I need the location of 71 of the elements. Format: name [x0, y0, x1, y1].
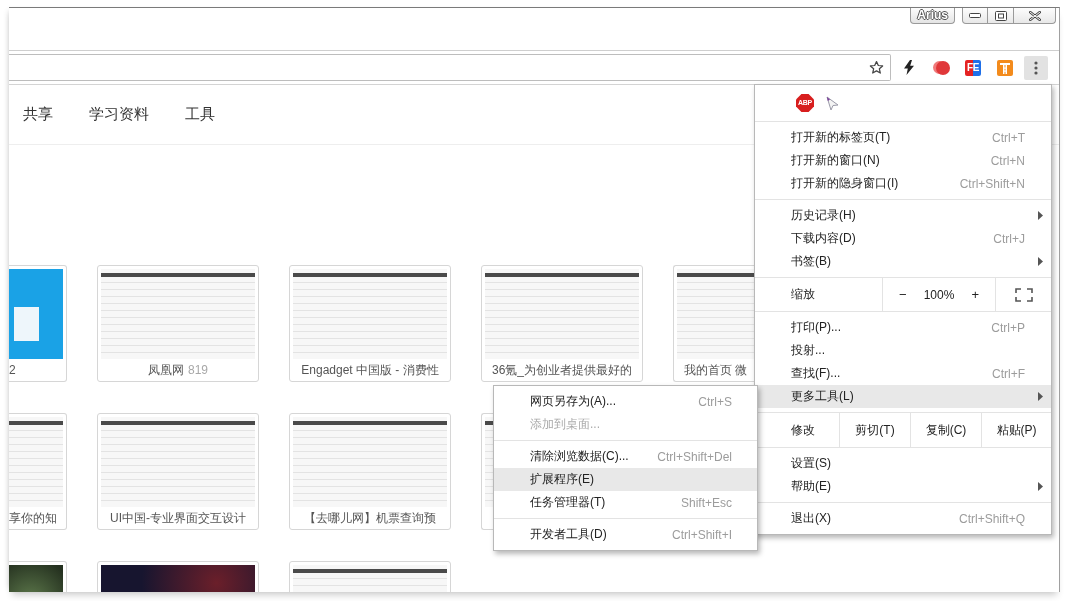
fullscreen-icon[interactable] [1014, 287, 1033, 302]
menu-item[interactable]: 书签(B) [755, 250, 1051, 273]
menu-item[interactable]: 下载内容(D) Ctrl+J [755, 227, 1051, 250]
site-tile[interactable]: UI中国-专业界面交互设计 [97, 413, 259, 530]
tile-title: 享你的知 [9, 509, 58, 527]
nav-link[interactable]: 共享 [23, 105, 53, 124]
address-field[interactable] [9, 54, 891, 81]
shortcut-text: Ctrl+Shift+N [959, 176, 1025, 191]
shortcut-text: Ctrl+P [991, 320, 1025, 335]
shortcut-text: Ctrl+Shift+I [671, 527, 732, 542]
menu-item[interactable]: 打印(P)... Ctrl+P [755, 316, 1051, 339]
restore-icon [994, 10, 1007, 21]
tile-title: 我的首页 微 [682, 361, 749, 379]
menu-item[interactable]: 打开新的窗口(N) Ctrl+N [755, 149, 1051, 172]
star-icon[interactable] [869, 60, 884, 75]
shortcut-text: Ctrl+F [992, 366, 1025, 381]
edit-button[interactable]: 粘贴(P) [981, 413, 1051, 447]
menu-label: 缩放 [790, 286, 816, 303]
shortcut-text: Ctrl+T [992, 130, 1025, 145]
tile-title: UI中国-专业界面交互设计 [109, 509, 247, 527]
nav-link[interactable]: 工具 [185, 105, 215, 124]
tile-title: 36氪_为创业者提供最好的 [491, 361, 633, 379]
lightning-icon[interactable] [904, 60, 914, 75]
minimize-icon [969, 13, 981, 18]
shortcut-text: Ctrl+Shift+Del [657, 449, 732, 464]
tile-title: 2 [9, 362, 17, 379]
menu-label: 修改 [790, 421, 816, 439]
menu-item[interactable]: 打开新的标签页(T) Ctrl+T [755, 126, 1051, 149]
menu-item[interactable]: 清除浏览数据(C)... Ctrl+Shift+Del [494, 445, 757, 468]
menu-button[interactable] [1024, 55, 1048, 80]
tile-title: 【去哪儿网】机票查询预 [303, 509, 437, 527]
tile-title: Engadget 中国版 - 消费性 [300, 361, 440, 379]
zoom-in-button[interactable]: + [967, 287, 983, 302]
overlapping-circles-icon[interactable] [932, 59, 950, 76]
shortcut-text: Shift+Esc [680, 495, 732, 510]
menu-item[interactable]: 打开新的隐身窗口(I) Ctrl+Shift+N [755, 172, 1051, 195]
menu-item[interactable]: 任务管理器(T) Shift+Esc [494, 491, 757, 514]
menu-item[interactable]: 历史记录(H) [755, 204, 1051, 227]
shortcut-text: Ctrl+S [698, 394, 732, 409]
extension-badge[interactable]: FE [965, 59, 981, 76]
site-tile[interactable]: 36氪_为创业者提供最好的 [481, 265, 643, 382]
menu-item[interactable]: 开发者工具(D) Ctrl+Shift+I [494, 523, 757, 546]
cursor-icon[interactable] [826, 95, 839, 111]
site-tile[interactable]: 2 [9, 265, 67, 382]
close-icon [1028, 10, 1041, 21]
nav-link[interactable]: 学习资料 [89, 105, 149, 124]
site-tile[interactable]: 【去哪儿网】机票查询预 [289, 413, 451, 530]
menu-item[interactable]: 查找(F)... Ctrl+F [755, 362, 1051, 385]
site-tile[interactable]: Engadget 中国版 - 消费性 [289, 265, 451, 382]
site-tile[interactable]: 凤凰网 819 [97, 265, 259, 382]
menu-item[interactable]: 投射... [755, 339, 1051, 362]
site-tile[interactable] [481, 413, 493, 530]
shortcut-text: Ctrl+N [990, 153, 1025, 168]
menu-item[interactable]: 网页另存为(A)... Ctrl+S [494, 390, 757, 413]
striped-tile-icon[interactable] [997, 59, 1013, 76]
edit-button[interactable]: 剪切(T) [839, 413, 910, 447]
menu-item[interactable]: 退出(X) Ctrl+Shift+Q [755, 507, 1051, 530]
menu-item[interactable]: 扩展程序(E) [494, 468, 757, 491]
menu-item[interactable]: 设置(S) [755, 452, 1051, 475]
user-badge: Arius [910, 8, 955, 24]
menu-item[interactable]: 更多工具(L) [755, 385, 1051, 408]
site-tile[interactable]: 我的首页 微 [673, 265, 754, 382]
zoom-level-text: 100% [923, 287, 955, 302]
zoom-out-button[interactable]: − [895, 287, 911, 302]
site-tile[interactable]: 享你的知 [9, 413, 67, 530]
kebab-icon [1034, 60, 1038, 75]
shortcut-text: Ctrl+Shift+Q [958, 511, 1025, 526]
menu-item[interactable]: 帮助(E) [755, 475, 1051, 498]
edit-button[interactable]: 复制(C) [910, 413, 981, 447]
tile-title: 凤凰网 819 [147, 361, 209, 379]
shortcut-text: Ctrl+J [993, 231, 1025, 246]
